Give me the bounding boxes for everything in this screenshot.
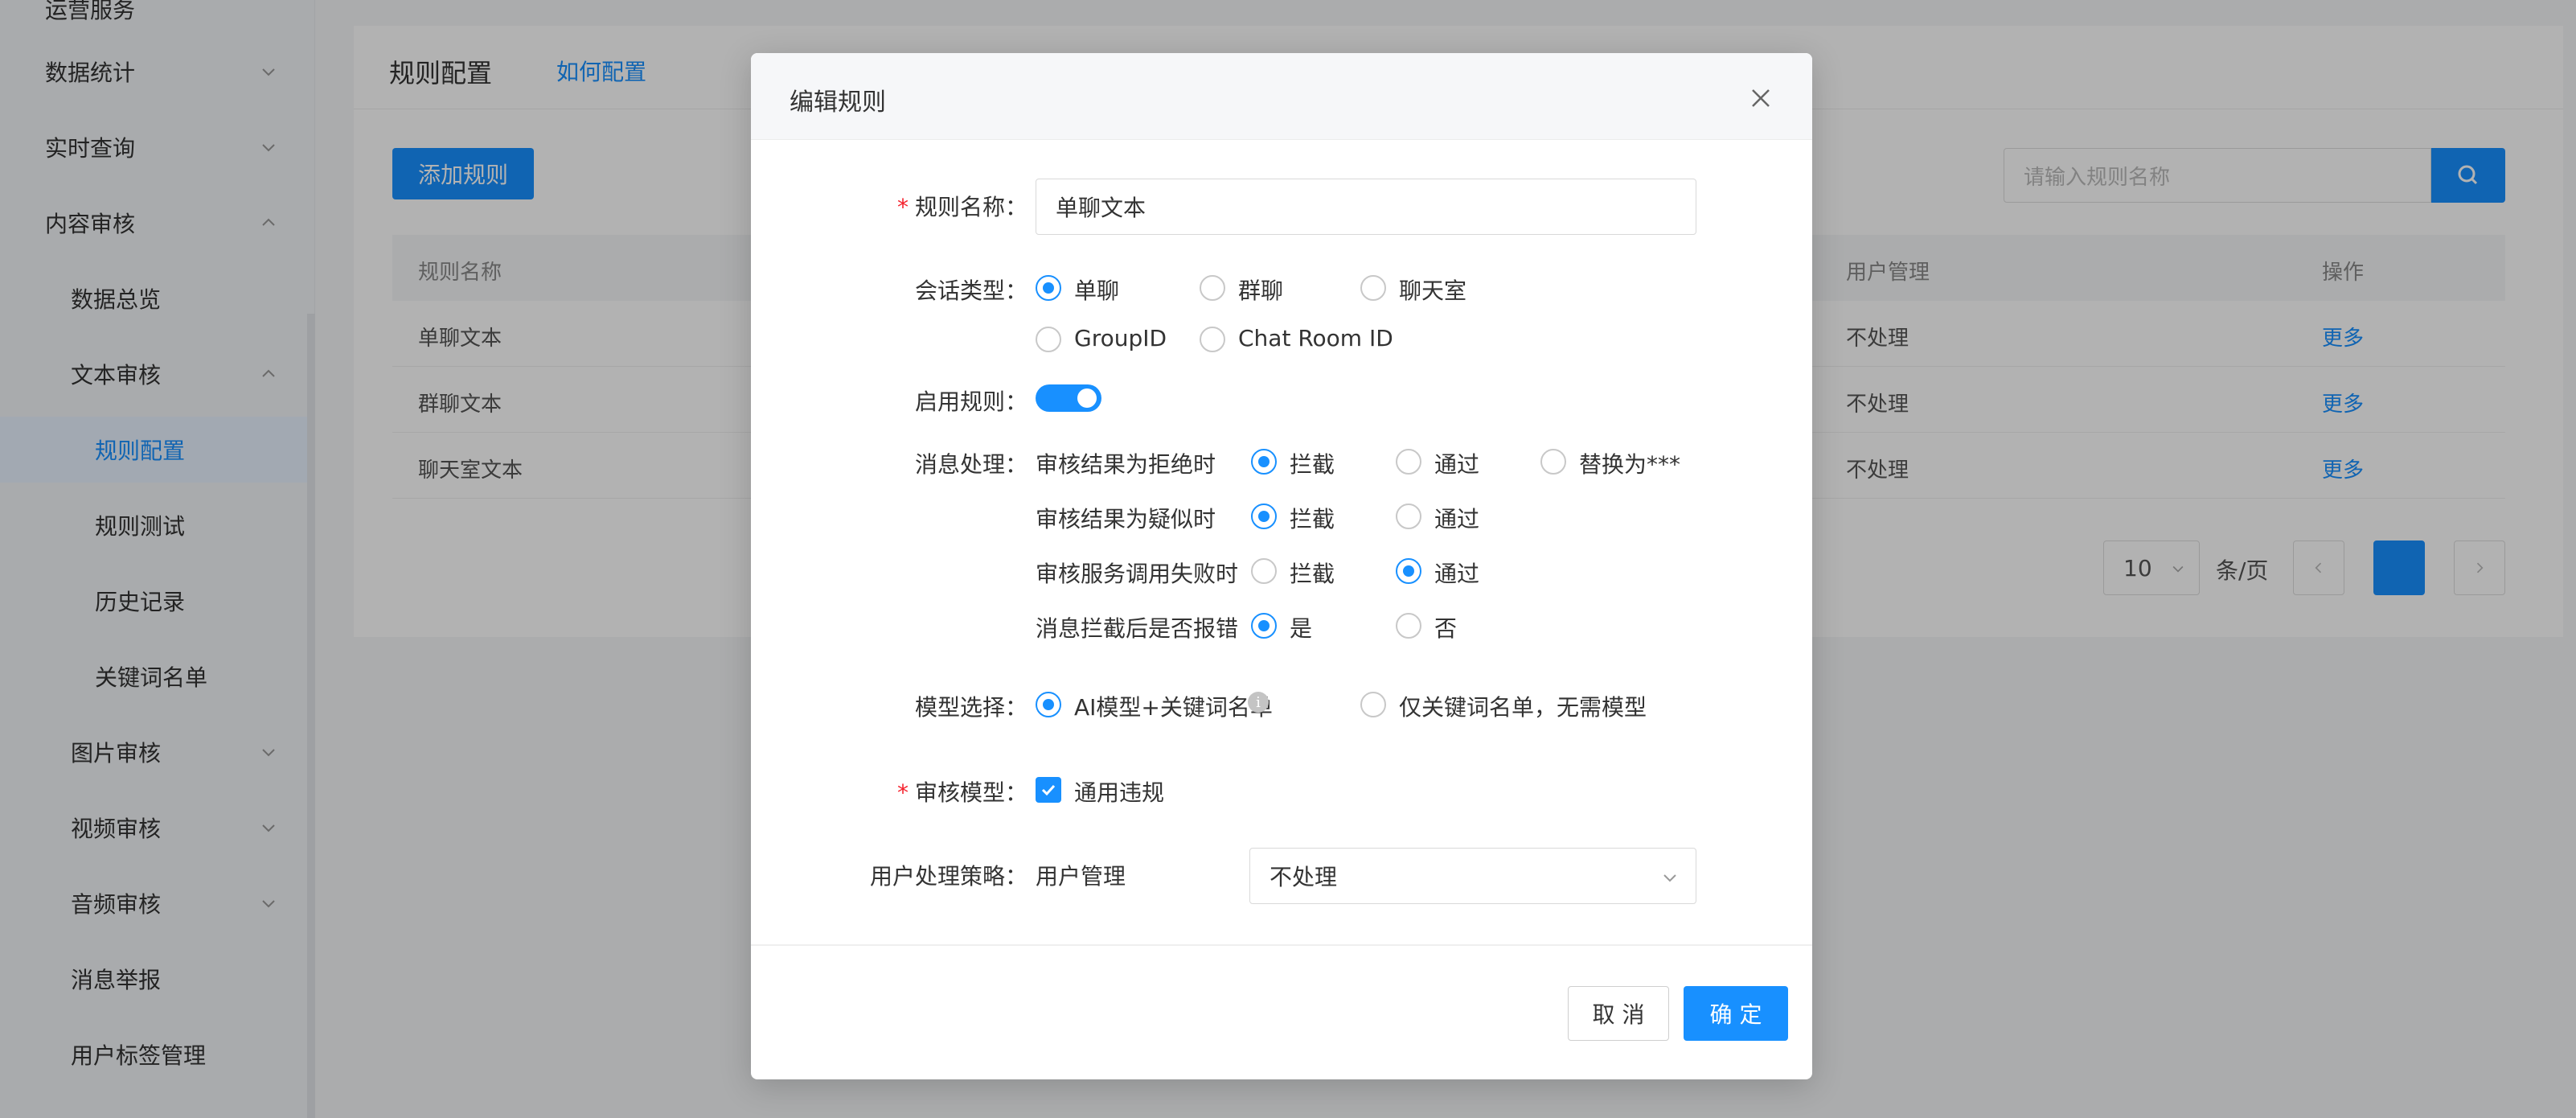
radio-label: GroupID [1074, 325, 1167, 351]
checkmark-icon [1041, 784, 1056, 796]
required-mark: * [896, 194, 909, 220]
edit-rule-dialog: 编辑规则 * 规则名称： 单聊文本 会话类型： 单聊 群聊 聊天室 GroupID… [751, 53, 1812, 1079]
radio-suspect-pass[interactable] [1396, 504, 1421, 529]
radio-label: 拦截 [1290, 506, 1335, 532]
required-mark: * [896, 779, 909, 806]
radio-suspect-block[interactable] [1251, 504, 1277, 529]
radio-chat-room-id[interactable] [1200, 327, 1225, 352]
radio-group-id[interactable] [1036, 327, 1061, 352]
user-policy-select[interactable]: 不处理 [1249, 848, 1696, 904]
model-select-label: 模型选择： [914, 694, 1028, 721]
radio-label: Chat Room ID [1238, 325, 1393, 351]
close-icon[interactable] [1748, 85, 1774, 111]
user-policy-label: 用户处理策略： [869, 863, 1028, 890]
rule-name-input[interactable]: 单聊文本 [1036, 179, 1696, 235]
suspect-result-label: 审核结果为疑似时 [1036, 506, 1216, 532]
radio-single-chat[interactable] [1036, 275, 1061, 301]
radio-label: 否 [1434, 615, 1458, 642]
radio-label: 聊天室 [1399, 277, 1467, 304]
radio-group-chat[interactable] [1200, 275, 1225, 301]
user-mgmt-label: 用户管理 [1036, 863, 1126, 890]
enable-rule-label: 启用规则： [914, 388, 1028, 415]
radio-keyword-only[interactable] [1360, 692, 1386, 717]
radio-reject-replace[interactable] [1540, 449, 1566, 475]
confirm-button[interactable]: 确 定 [1684, 986, 1788, 1041]
service-failure-label: 审核服务调用失败时 [1036, 561, 1239, 587]
rule-name-label: * 规则名称： [896, 190, 1028, 222]
radio-label: 通过 [1434, 561, 1480, 587]
radio-error-yes[interactable] [1251, 613, 1277, 639]
dialog-title: 编辑规则 [790, 88, 886, 117]
radio-label: 仅关键词名单，无需模型 [1399, 694, 1647, 721]
reject-result-label: 审核结果为拒绝时 [1036, 451, 1216, 478]
checkbox-label: 通用违规 [1074, 779, 1165, 806]
radio-label: AI模型+关键词名单 [1074, 694, 1273, 721]
radio-label: 通过 [1434, 451, 1480, 478]
user-policy-value: 不处理 [1270, 864, 1338, 890]
session-type-label: 会话类型： [914, 277, 1028, 304]
radio-ai-model[interactable] [1036, 692, 1061, 717]
rule-name-label-text: 规则名称： [914, 194, 1028, 220]
radio-label: 替换为*** [1579, 451, 1681, 478]
radio-label: 拦截 [1290, 451, 1335, 478]
block-error-label: 消息拦截后是否报错 [1036, 615, 1239, 642]
dialog-footer-divider [751, 944, 1812, 946]
audit-model-label: * 审核模型： [896, 775, 1028, 808]
audit-model-label-text: 审核模型： [914, 779, 1028, 806]
radio-label: 单聊 [1074, 277, 1120, 304]
info-icon[interactable]: i [1248, 692, 1269, 713]
chevron-down-icon [1663, 874, 1676, 882]
radio-reject-pass[interactable] [1396, 449, 1421, 475]
radio-label: 拦截 [1290, 561, 1335, 587]
radio-chatroom[interactable] [1360, 275, 1386, 301]
dialog-header: 编辑规则 [751, 53, 1812, 140]
cancel-button[interactable]: 取 消 [1568, 986, 1669, 1041]
radio-label: 群聊 [1238, 277, 1284, 304]
enable-rule-toggle[interactable] [1036, 384, 1101, 412]
radio-reject-block[interactable] [1251, 449, 1277, 475]
radio-label: 是 [1290, 615, 1313, 642]
radio-error-no[interactable] [1396, 613, 1421, 639]
radio-label: 通过 [1434, 506, 1480, 532]
message-handling-label: 消息处理： [914, 451, 1028, 478]
radio-failure-pass[interactable] [1396, 558, 1421, 584]
radio-failure-block[interactable] [1251, 558, 1277, 584]
general-violation-checkbox[interactable] [1036, 777, 1061, 803]
